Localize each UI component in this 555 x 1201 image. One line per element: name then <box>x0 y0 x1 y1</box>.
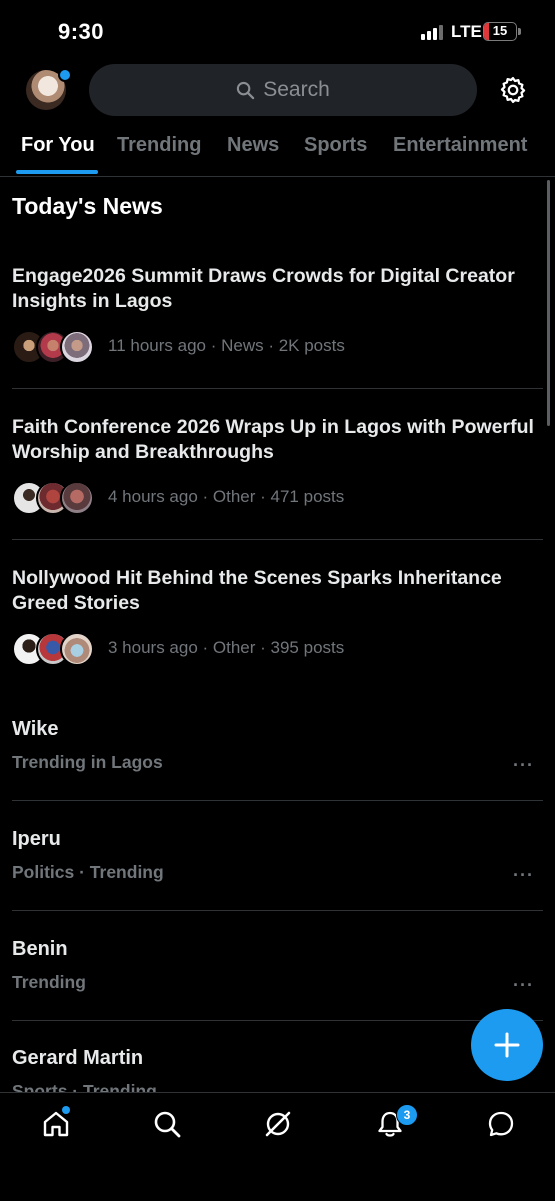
news-item[interactable]: Faith Conference 2026 Wraps Up in Lagos … <box>12 415 545 515</box>
trend-item[interactable]: Wike Trending in Lagos ··· <box>12 718 545 775</box>
news-meta: 4 hours ago · Other · 471 posts <box>108 487 345 506</box>
trend-name: Benin <box>12 938 68 960</box>
notifications-badge: 3 <box>396 1104 418 1126</box>
scrollbar[interactable] <box>547 180 550 426</box>
more-options-icon[interactable]: ··· <box>513 755 534 776</box>
divider <box>12 388 543 389</box>
trend-context: Politics · Trending <box>12 862 164 882</box>
news-headline: Engage2026 Summit Draws Crowds for Digit… <box>12 265 515 312</box>
tab-sports[interactable]: Sports <box>304 134 367 157</box>
search-icon <box>237 81 255 99</box>
battery-icon: 15 <box>483 22 517 41</box>
divider <box>12 910 543 911</box>
messages-chat-icon[interactable] <box>486 1109 516 1139</box>
settings-gear-icon[interactable] <box>498 75 528 105</box>
news-item[interactable]: Nollywood Hit Behind the Scenes Sparks I… <box>12 566 545 666</box>
trend-item[interactable]: Iperu Politics · Trending ··· <box>12 828 545 885</box>
avatar-stack <box>12 632 102 666</box>
home-unread-dot <box>62 1106 70 1114</box>
trend-context: Trending <box>12 972 86 992</box>
compose-button[interactable] <box>471 1009 543 1081</box>
search-input[interactable]: Search <box>89 64 477 116</box>
explore-search-icon[interactable] <box>152 1109 182 1139</box>
more-options-icon[interactable]: ··· <box>513 975 534 996</box>
search-placeholder: Search <box>263 78 330 101</box>
status-time: 9:30 <box>58 19 105 44</box>
grok-icon[interactable] <box>263 1109 293 1139</box>
more-options-icon[interactable]: ··· <box>513 865 534 886</box>
trend-name: Wike <box>12 718 59 740</box>
battery-level: 15 <box>492 23 508 38</box>
plus-icon <box>494 1032 520 1058</box>
news-meta: 11 hours ago · News · 2K posts <box>108 336 345 355</box>
news-item[interactable]: Engage2026 Summit Draws Crowds for Digit… <box>12 264 545 364</box>
trend-name: Gerard Martin <box>12 1047 144 1069</box>
status-bar: 9:30 LTE 15 <box>0 0 555 60</box>
trend-name: Iperu <box>12 828 61 850</box>
avatar-stack <box>12 330 102 364</box>
trend-item[interactable]: Gerard Martin Sports · Trending <box>12 1047 545 1101</box>
divider <box>12 800 543 801</box>
news-headline: Nollywood Hit Behind the Scenes Sparks I… <box>12 567 502 614</box>
notification-dot <box>58 68 72 82</box>
trend-context: Trending in Lagos <box>12 752 163 772</box>
signal-icon <box>421 25 445 40</box>
divider <box>12 539 543 540</box>
news-headline: Faith Conference 2026 Wraps Up in Lagos … <box>12 416 534 463</box>
news-meta: 3 hours ago · Other · 395 posts <box>108 638 345 657</box>
active-tab-indicator <box>16 170 98 174</box>
tab-entertainment[interactable]: Entertainment <box>393 134 527 157</box>
bottom-nav: 3 <box>0 1092 555 1201</box>
divider <box>12 1020 543 1021</box>
tab-trending[interactable]: Trending <box>117 134 201 157</box>
tab-bar: For You Trending News Sports Entertainme… <box>0 130 555 177</box>
tab-news[interactable]: News <box>227 134 279 157</box>
section-title: Today's News <box>12 193 163 219</box>
trend-item[interactable]: Benin Trending ··· <box>12 938 545 995</box>
tab-for-you[interactable]: For You <box>21 134 95 157</box>
avatar-stack <box>12 481 102 515</box>
network-label: LTE <box>451 22 482 41</box>
